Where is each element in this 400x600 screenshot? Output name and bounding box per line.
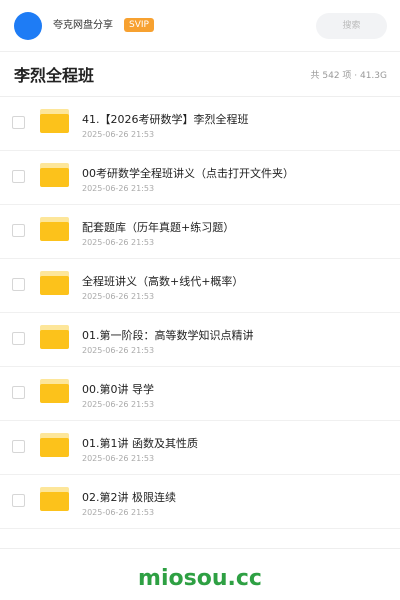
svip-badge: SVIP — [124, 18, 154, 32]
item-name[interactable]: 01.第1讲 函数及其性质 — [82, 436, 198, 451]
top-bar: 夸克网盘分享 SVIP 搜索 — [0, 0, 400, 52]
list-item[interactable]: 00考研数学全程班讲义（点击打开文件夹） 2025-06-26 21:53 — [0, 151, 400, 205]
item-date: 2025-06-26 21:53 — [82, 184, 155, 193]
folder-icon — [40, 325, 69, 349]
avatar[interactable] — [14, 12, 42, 40]
checkbox-icon[interactable] — [12, 278, 25, 291]
folder-stats: 共 542 项 · 41.3G — [310, 71, 388, 81]
list-item[interactable]: 配套题库（历年真题+练习题） 2025-06-26 21:53 — [0, 205, 400, 259]
checkbox-icon[interactable] — [12, 332, 25, 345]
checkbox-icon[interactable] — [12, 440, 25, 453]
file-list: 41.【2026考研数学】李烈全程班 2025-06-26 21:53 00考研数学… — [0, 97, 400, 529]
checkbox-icon[interactable] — [12, 116, 25, 129]
sharer-name[interactable]: 夸克网盘分享 — [53, 19, 113, 33]
item-date: 2025-06-26 21:53 — [82, 292, 155, 301]
checkbox-icon[interactable] — [12, 224, 25, 237]
item-name[interactable]: 配套题库（历年真题+练习题） — [82, 220, 234, 235]
list-item[interactable]: 01.第一阶段：高等数学知识点精讲 2025-06-26 21:53 — [0, 313, 400, 367]
item-date: 2025-06-26 21:53 — [82, 130, 155, 139]
folder-icon — [40, 379, 69, 403]
watermark: miosou.cc — [138, 566, 262, 591]
list-item[interactable]: 00.第0讲 导学 2025-06-26 21:53 — [0, 367, 400, 421]
folder-icon — [40, 433, 69, 457]
folder-header: 李烈全程班 共 542 项 · 41.3G — [0, 53, 400, 97]
item-name[interactable]: 01.第一阶段：高等数学知识点精讲 — [82, 328, 254, 343]
list-item[interactable]: 01.第1讲 函数及其性质 2025-06-26 21:53 — [0, 421, 400, 475]
list-item[interactable]: 全程班讲义（高数+线代+概率） 2025-06-26 21:53 — [0, 259, 400, 313]
list-item[interactable]: 41.【2026考研数学】李烈全程班 2025-06-26 21:53 — [0, 97, 400, 151]
item-name[interactable]: 全程班讲义（高数+线代+概率） — [82, 274, 243, 289]
item-date: 2025-06-26 21:53 — [82, 400, 155, 409]
item-name[interactable]: 00考研数学全程班讲义（点击打开文件夹） — [82, 166, 294, 181]
item-date: 2025-06-26 21:53 — [82, 508, 155, 517]
item-name[interactable]: 00.第0讲 导学 — [82, 382, 154, 397]
checkbox-icon[interactable] — [12, 386, 25, 399]
item-date: 2025-06-26 21:53 — [82, 454, 155, 463]
item-name[interactable]: 41.【2026考研数学】李烈全程班 — [82, 112, 249, 127]
folder-icon — [40, 109, 69, 133]
folder-icon — [40, 271, 69, 295]
folder-icon — [40, 487, 69, 511]
checkbox-icon[interactable] — [12, 494, 25, 507]
search-input[interactable]: 搜索 — [316, 13, 387, 39]
folder-icon — [40, 163, 69, 187]
footer: miosou.cc — [0, 548, 400, 600]
item-date: 2025-06-26 21:53 — [82, 346, 155, 355]
item-name[interactable]: 02.第2讲 极限连续 — [82, 490, 176, 505]
list-item[interactable]: 02.第2讲 极限连续 2025-06-26 21:53 — [0, 475, 400, 529]
item-date: 2025-06-26 21:53 — [82, 238, 155, 247]
folder-icon — [40, 217, 69, 241]
page-title: 李烈全程班 — [14, 66, 95, 85]
checkbox-icon[interactable] — [12, 170, 25, 183]
